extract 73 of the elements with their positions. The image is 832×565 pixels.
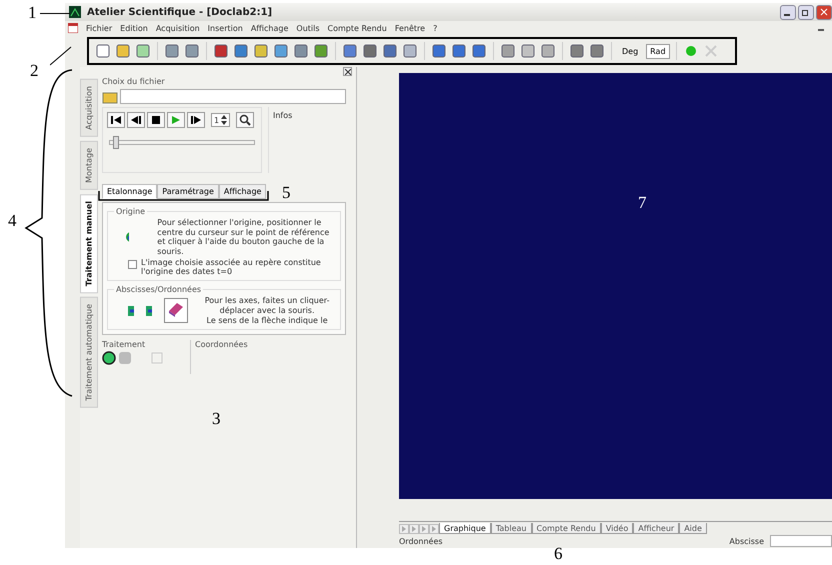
checkbox-label: L'image choisie associée au repère constitue l'origine des dates t=0 — [141, 258, 322, 276]
group-title: Abscisses/Ordonnées — [115, 285, 202, 294]
close-button[interactable] — [816, 4, 832, 20]
sheet-tab[interactable]: Compte Rendu — [532, 523, 601, 534]
axis-right-icon[interactable] — [146, 306, 152, 316]
book-icon — [167, 301, 186, 318]
close-icon — [820, 8, 828, 16]
side-tab[interactable]: Acquisition — [80, 79, 98, 137]
side-tab[interactable]: Montage — [80, 140, 98, 190]
sheet-tab[interactable]: Graphique — [439, 523, 491, 534]
step-spinner[interactable]: 1 — [211, 113, 230, 127]
previous-frame-button[interactable] — [127, 112, 145, 128]
window-title: Atelier Scientifique - [Doclab2:1] — [87, 6, 272, 18]
axis-left-icon[interactable] — [128, 306, 134, 316]
minimize-button[interactable] — [780, 4, 796, 20]
side-tab[interactable]: Traitement automatique — [80, 297, 98, 408]
tab[interactable]: Affichage — [218, 184, 266, 199]
step-back-icon — [131, 116, 141, 124]
skip-back-icon — [111, 116, 121, 124]
infos-label: Infos — [273, 111, 292, 120]
sheet-tab[interactable]: Tableau — [490, 523, 532, 534]
menu-item[interactable]: Affichage — [250, 24, 288, 32]
sheet-tab[interactable]: Vidéo — [600, 523, 634, 534]
callout-number: 4 — [8, 212, 16, 229]
menu-item[interactable]: Acquisition — [156, 24, 200, 32]
zoom-button[interactable] — [236, 112, 254, 128]
next-frame-button[interactable] — [187, 112, 205, 128]
search-icon — [239, 114, 252, 126]
book-button[interactable] — [164, 298, 188, 324]
close-panel-button[interactable] — [343, 67, 352, 76]
radians-button[interactable]: Rad — [646, 44, 670, 58]
file-path-field[interactable] — [120, 89, 346, 104]
menu-item[interactable]: Fenêtre — [394, 24, 426, 32]
group-title: Choix du fichier — [102, 77, 166, 86]
checkbox[interactable] — [128, 260, 137, 270]
group-title: Traitement — [102, 340, 146, 350]
sheet-tab[interactable]: Aide — [679, 523, 707, 534]
abscissa-field[interactable] — [770, 535, 832, 547]
menu-item[interactable]: Compte Rendu — [328, 24, 387, 32]
step-forward-icon — [191, 116, 201, 124]
callout-number: 5 — [282, 184, 290, 201]
degrees-button[interactable]: Deg — [618, 44, 642, 58]
leader-line — [50, 46, 72, 66]
menu-item[interactable]: Outils — [296, 24, 320, 32]
side-tab[interactable]: Traitement manuel — [80, 194, 98, 294]
callout-number: 6 — [554, 545, 562, 562]
play-icon — [172, 116, 180, 124]
callout-number: 7 — [638, 194, 646, 211]
first-frame-button[interactable] — [107, 112, 125, 128]
group-title: Coordonnées — [195, 340, 248, 350]
circle-tool-icon[interactable] — [102, 351, 116, 366]
slider-thumb[interactable] — [112, 136, 119, 149]
app-icon — [69, 6, 81, 18]
menu-item[interactable]: Fichier — [86, 24, 112, 32]
menu-item[interactable]: Insertion — [208, 24, 243, 32]
instruction-text: Pour sélectionner l'origine, positionner le centre du curseur sur le point de référence et cliquer à l'aide du bouton gauche de la souris. — [157, 218, 330, 256]
leader-line — [40, 12, 70, 15]
abscissa-label: Abscisse — [729, 536, 764, 546]
callout-number: 3 — [212, 410, 220, 427]
menu-item[interactable]: ? — [433, 24, 438, 32]
status-text: Ordonnées — [399, 536, 443, 546]
menu-item[interactable]: Edition — [120, 24, 148, 32]
callout-number: 1 — [28, 4, 36, 21]
group-title: Origine — [115, 207, 146, 216]
tab[interactable]: Etalonnage — [102, 184, 158, 199]
tab[interactable]: Paramétrage — [157, 184, 219, 199]
restore-icon — [802, 8, 810, 16]
restore-button[interactable] — [798, 4, 814, 20]
callout-number: 2 — [30, 62, 38, 79]
stop-button[interactable] — [147, 112, 165, 128]
sheet-tab[interactable]: Afficheur — [633, 523, 680, 534]
instruction-text: Pour les axes, faites un cliquer-déplacer avec la souris. Le sens de la flèche indique le — [204, 296, 330, 326]
stop-icon — [152, 116, 160, 124]
